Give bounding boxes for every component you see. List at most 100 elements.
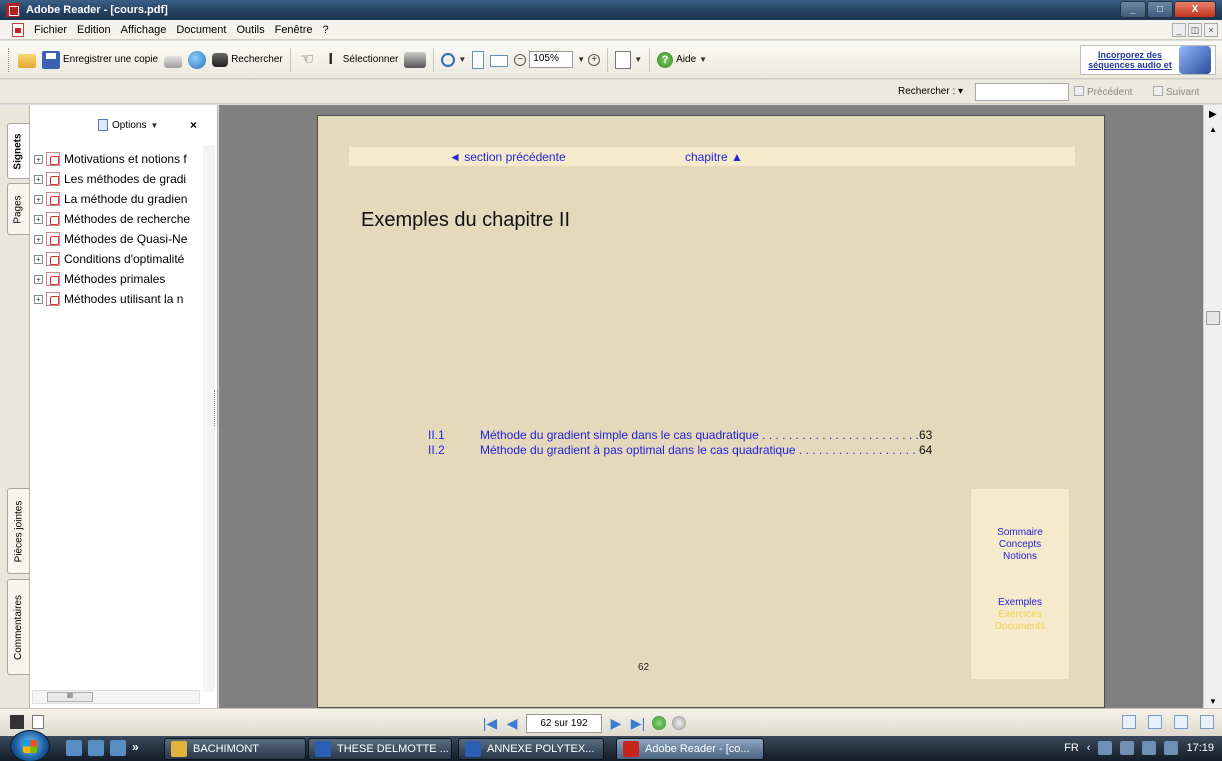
previous-section-link[interactable]: ◄ section précédente	[449, 150, 566, 164]
expand-icon[interactable]: +	[34, 214, 43, 224]
snapshot-button[interactable]	[401, 47, 429, 73]
taskbar-button[interactable]: THESE DELMOTTE ...	[308, 738, 452, 760]
menu-outils[interactable]: Outils	[231, 24, 269, 36]
next-result-button[interactable]: Suivant	[1153, 86, 1199, 98]
expand-icon[interactable]: +	[34, 294, 43, 304]
taskbar-button-active[interactable]: Adobe Reader - [co...	[616, 738, 764, 760]
search-input[interactable]	[975, 83, 1069, 101]
doc-close-button[interactable]: ×	[1204, 23, 1218, 37]
go-back-icon[interactable]	[652, 716, 666, 730]
close-button[interactable]: X	[1174, 1, 1216, 18]
page-layout-button[interactable]: ▼	[612, 47, 645, 73]
expand-icon[interactable]: +	[34, 194, 43, 204]
clock[interactable]: 17:19	[1186, 742, 1214, 754]
maximize-button[interactable]: □	[1147, 1, 1173, 18]
previous-page-icon[interactable]: ◀	[504, 715, 520, 732]
show-desktop-icon[interactable]	[66, 740, 82, 756]
language-indicator[interactable]: FR	[1064, 742, 1079, 754]
expand-icon[interactable]: +	[34, 234, 43, 244]
promo-link[interactable]: Incorporez des séquences audio et	[1085, 50, 1175, 70]
chapter-link[interactable]: chapitre ▲	[685, 150, 743, 164]
volume-icon[interactable]	[1164, 741, 1179, 755]
panel-scroll-thumb[interactable]: III	[47, 692, 93, 702]
panel-toggle-arrow-icon[interactable]: ▶	[1209, 109, 1217, 120]
chevron-right-icon[interactable]: »	[132, 740, 144, 756]
tab-pages[interactable]: Pages	[7, 183, 29, 235]
single-page-icon[interactable]	[1122, 715, 1136, 729]
continuous-icon[interactable]	[1148, 715, 1162, 729]
switch-windows-icon[interactable]	[88, 740, 104, 756]
bookmark-item[interactable]: + Méthodes de recherche	[34, 209, 202, 229]
doc-restore-button[interactable]: ◫	[1188, 23, 1202, 37]
menu-edition[interactable]: Edition	[72, 24, 116, 36]
select-tool-button[interactable]: I Sélectionner	[319, 47, 402, 73]
page-number-field[interactable]: 62 sur 192	[526, 713, 602, 733]
bookmark-item[interactable]: + Conditions d'optimalité	[34, 249, 202, 269]
menu-affichage[interactable]: Affichage	[116, 24, 172, 36]
toolbar-grip[interactable]	[8, 47, 11, 72]
page-thumbnail-icon[interactable]	[10, 715, 24, 729]
search-button[interactable]: Rechercher	[209, 47, 286, 73]
promo-banner[interactable]: Incorporez des séquences audio et	[1080, 45, 1216, 75]
bookmark-item[interactable]: + Méthodes utilisant la n	[34, 289, 202, 309]
scroll-up-icon[interactable]: ▲	[1209, 125, 1217, 134]
menu-help[interactable]: ?	[318, 24, 334, 36]
go-forward-icon[interactable]	[672, 716, 686, 730]
fit-page-button[interactable]	[469, 47, 487, 73]
help-button[interactable]: ? Aide ▼	[654, 47, 710, 73]
next-page-icon[interactable]: ▶	[608, 715, 624, 732]
expand-icon[interactable]: +	[34, 154, 43, 164]
hand-tool-button[interactable]: ☜	[295, 47, 319, 73]
zoom-dropdown-icon[interactable]: ▼	[577, 55, 585, 64]
monitor-icon[interactable]	[1120, 741, 1135, 755]
tab-signets[interactable]: Signets	[7, 123, 29, 179]
taskbar-button[interactable]: BACHIMONT	[164, 738, 306, 760]
zoom-tool-button[interactable]: ▼	[438, 47, 469, 73]
pdf-document-icon[interactable]	[12, 22, 24, 37]
tab-pieces-jointes[interactable]: Pièces jointes	[7, 488, 29, 574]
menu-document[interactable]: Document	[171, 24, 231, 36]
bookmark-item[interactable]: + Méthodes de Quasi-Ne	[34, 229, 202, 249]
chevron-left-icon[interactable]: ‹	[1087, 742, 1091, 754]
security-icon[interactable]	[1142, 741, 1157, 755]
first-page-icon[interactable]: |◀	[482, 715, 498, 732]
document-vertical-scrollbar[interactable]: ▶ ▲ ▼	[1203, 105, 1222, 708]
expand-icon[interactable]: +	[34, 274, 43, 284]
fit-width-button[interactable]	[487, 47, 511, 73]
internet-explorer-icon[interactable]	[110, 740, 126, 756]
notions-link[interactable]: Notions	[971, 551, 1069, 563]
bookmark-item[interactable]: + Les méthodes de gradi	[34, 169, 202, 189]
panel-splitter[interactable]	[214, 390, 218, 426]
panel-horizontal-scrollbar[interactable]: III	[32, 690, 200, 704]
menu-fenetre[interactable]: Fenêtre	[270, 24, 318, 36]
save-copy-button[interactable]: Enregistrer une copie	[39, 47, 161, 73]
print-button[interactable]	[161, 47, 185, 73]
bookmark-item[interactable]: + Méthodes primales	[34, 269, 202, 289]
minimize-button[interactable]: _	[1120, 1, 1146, 18]
zoom-out-button[interactable]: −	[511, 47, 529, 73]
expand-icon[interactable]: +	[34, 174, 43, 184]
facing-continuous-icon[interactable]	[1174, 715, 1188, 729]
toc-row[interactable]: II.1 Méthode du gradient simple dans le …	[428, 428, 932, 443]
open-button[interactable]	[15, 47, 39, 73]
taskbar-button[interactable]: ANNEXE POLYTEX...	[458, 738, 604, 760]
scroll-thumb[interactable]	[1206, 311, 1220, 325]
concepts-link[interactable]: Concepts	[971, 539, 1069, 551]
menu-fichier[interactable]: Fichier	[29, 24, 72, 36]
document-icon[interactable]	[32, 715, 44, 729]
start-button[interactable]	[10, 730, 50, 761]
expand-icon[interactable]: +	[34, 254, 43, 264]
previous-result-button[interactable]: Précédent	[1074, 86, 1133, 98]
zoom-in-button[interactable]: +	[585, 47, 603, 73]
options-menu-button[interactable]: Options ▼	[98, 119, 158, 131]
network-icon[interactable]	[1098, 741, 1113, 755]
close-panel-button[interactable]: ×	[190, 118, 197, 132]
zoom-level-field[interactable]: 105%	[529, 51, 574, 68]
doc-minimize-button[interactable]: _	[1172, 23, 1186, 37]
email-button[interactable]	[185, 47, 209, 73]
search-field-label[interactable]: Rechercher : ▾	[898, 86, 963, 97]
last-page-icon[interactable]: ▶|	[630, 715, 646, 732]
tab-commentaires[interactable]: Commentaires	[7, 579, 29, 675]
exemples-link[interactable]: Exemples	[971, 597, 1069, 609]
bookmark-item[interactable]: + Motivations et notions f	[34, 149, 202, 169]
